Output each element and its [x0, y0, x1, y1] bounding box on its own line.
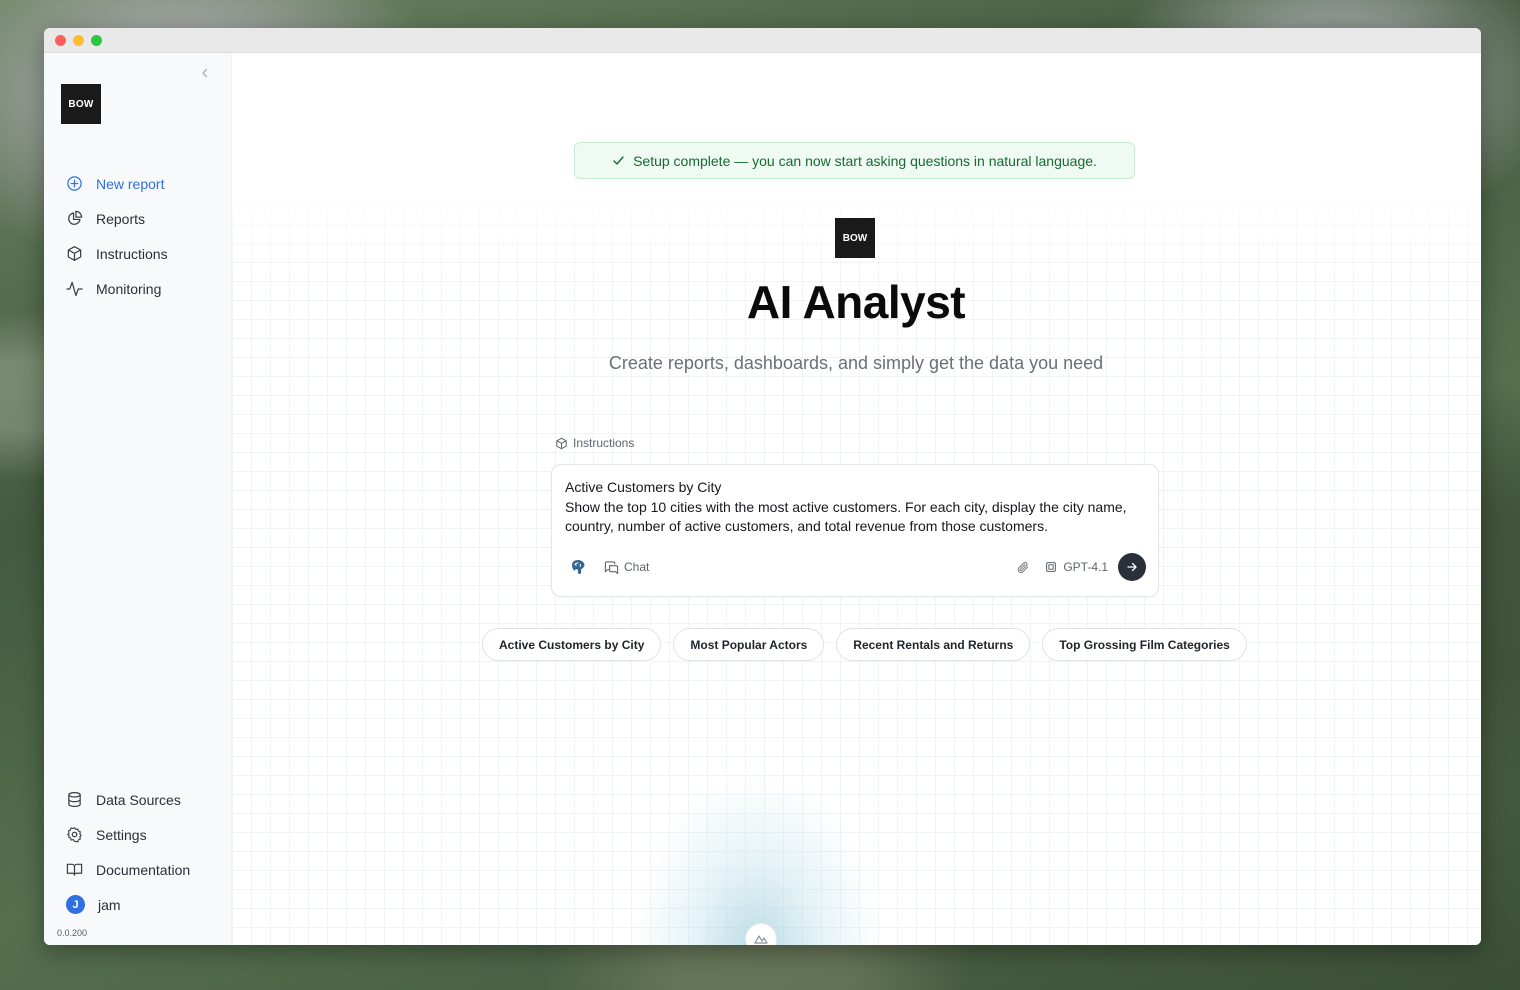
sidebar-item-label: New report — [96, 175, 165, 192]
title-bar — [44, 28, 1481, 53]
sidebar-item-documentation[interactable]: Documentation — [44, 852, 231, 887]
prompt-line-title: Active Customers by City — [565, 479, 722, 495]
hero-logo: BOW — [835, 218, 875, 258]
sidebar-bottom-nav: Data Sources Settings Documentation J ja… — [44, 782, 231, 922]
close-window-button[interactable] — [55, 34, 66, 46]
chevron-left-icon — [202, 68, 208, 78]
app-version: 0.0.200 — [57, 928, 88, 938]
sidebar: BOW New report Reports Instructions Moni… — [44, 53, 232, 945]
decorative-glow — [632, 773, 882, 945]
suggestion-chip[interactable]: Recent Rentals and Returns — [836, 628, 1031, 661]
sidebar-item-label: Data Sources — [96, 791, 181, 808]
database-icon — [66, 791, 83, 808]
app-window: BOW New report Reports Instructions Moni… — [44, 28, 1481, 945]
prompt-input[interactable]: Active Customers by City Show the top 10… — [551, 464, 1159, 597]
suggestion-chip[interactable]: Active Customers by City — [482, 628, 662, 661]
prompt-toolbar: Chat GPT-4.1 — [568, 553, 1146, 581]
sidebar-item-reports[interactable]: Reports — [44, 201, 231, 236]
model-selector[interactable]: GPT-4.1 — [1044, 560, 1108, 574]
app-logo[interactable]: BOW — [61, 84, 101, 124]
send-button[interactable] — [1118, 553, 1146, 581]
prompt-line-body: Show the top 10 cities with the most act… — [565, 498, 1127, 535]
user-name: jam — [98, 896, 121, 913]
cube-icon — [66, 245, 83, 262]
postgres-data-source-button[interactable] — [568, 557, 588, 577]
plus-circle-icon — [66, 175, 83, 192]
sidebar-item-data-sources[interactable]: Data Sources — [44, 782, 231, 817]
sidebar-main-nav: New report Reports Instructions Monitori… — [44, 166, 231, 306]
minimize-window-button[interactable] — [73, 34, 84, 46]
activity-icon — [66, 280, 83, 297]
main-content: Setup complete — you can now start askin… — [232, 53, 1481, 945]
chat-icon — [604, 560, 619, 574]
book-icon — [66, 861, 83, 878]
model-label: GPT-4.1 — [1063, 560, 1108, 574]
attach-file-button[interactable] — [1015, 560, 1030, 575]
banner-text: Setup complete — you can now start askin… — [633, 152, 1097, 169]
pie-chart-icon — [66, 210, 83, 227]
page-subtitle: Create reports, dashboards, and simply g… — [608, 353, 1104, 373]
suggestion-chips: Active Customers by City Most Popular Ac… — [482, 628, 1247, 661]
gear-icon — [66, 826, 83, 843]
prompt-text[interactable]: Active Customers by City Show the top 10… — [565, 478, 1142, 537]
check-icon — [613, 156, 624, 165]
paperclip-icon — [1017, 561, 1029, 573]
mountain-logo-icon — [754, 935, 768, 944]
sidebar-item-label: Settings — [96, 826, 147, 843]
sidebar-item-label: Reports — [96, 210, 146, 227]
sidebar-item-user[interactable]: J jam — [44, 887, 231, 922]
setup-complete-banner: Setup complete — you can now start askin… — [574, 142, 1135, 179]
sidebar-item-label: Documentation — [96, 861, 191, 878]
page-title: AI Analyst — [746, 276, 966, 328]
chat-mode-button[interactable]: Chat — [604, 560, 649, 575]
cpu-icon — [1046, 562, 1057, 572]
sidebar-item-instructions[interactable]: Instructions — [44, 236, 231, 271]
sidebar-item-new-report[interactable]: New report — [44, 166, 231, 201]
cube-icon — [556, 437, 567, 449]
chat-mode-label: Chat — [624, 560, 650, 574]
arrow-right-icon — [1127, 562, 1137, 572]
maximize-window-button[interactable] — [91, 34, 102, 46]
instructions-link[interactable]: Instructions — [555, 436, 634, 450]
sidebar-item-label: Monitoring — [96, 280, 162, 297]
collapse-sidebar-button[interactable] — [197, 65, 213, 81]
avatar: J — [66, 895, 85, 914]
postgresql-icon — [572, 560, 585, 575]
sidebar-item-label: Instructions — [96, 245, 168, 262]
suggestion-chip[interactable]: Top Grossing Film Categories — [1042, 628, 1247, 661]
suggestion-chip[interactable]: Most Popular Actors — [673, 628, 825, 661]
sidebar-item-settings[interactable]: Settings — [44, 817, 231, 852]
instructions-label: Instructions — [573, 436, 635, 450]
sidebar-item-monitoring[interactable]: Monitoring — [44, 271, 231, 306]
